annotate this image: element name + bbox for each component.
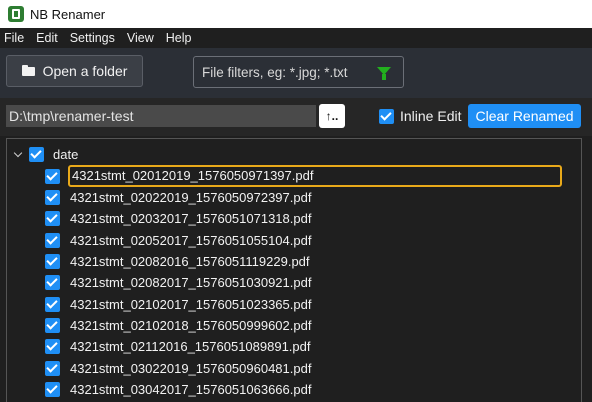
file-checkbox[interactable] bbox=[45, 210, 60, 226]
file-row[interactable]: 4321stmt_02022019_1576050972397.pdf bbox=[45, 186, 315, 208]
window-title: NB Renamer bbox=[30, 6, 106, 22]
file-name[interactable]: 4321stmt_02082016_1576051119229.pdf bbox=[68, 253, 314, 270]
file-row[interactable]: 4321stmt_02052017_1576051055104.pdf bbox=[45, 229, 315, 251]
inline-edit-label: Inline Edit bbox=[400, 108, 462, 124]
file-tree: date 4321stmt_02012019_1576050971397.pdf… bbox=[6, 138, 582, 402]
open-folder-button[interactable]: Open a folder bbox=[6, 55, 143, 87]
file-row[interactable]: 4321stmt_03042017_1576051063666.pdf bbox=[45, 378, 315, 400]
file-name[interactable]: 4321stmt_02032017_1576051071318.pdf bbox=[68, 210, 315, 227]
parent-folder-button[interactable]: ↑.. bbox=[319, 104, 345, 128]
file-filter-input[interactable] bbox=[202, 64, 372, 80]
folder-path-input[interactable] bbox=[6, 105, 316, 127]
file-row[interactable]: 4321stmt_02102018_1576050999602.pdf bbox=[45, 314, 315, 336]
menu-edit[interactable]: Edit bbox=[36, 31, 58, 45]
root-folder-label: date bbox=[53, 147, 79, 162]
file-checkbox[interactable] bbox=[45, 296, 60, 312]
menu-help[interactable]: Help bbox=[166, 31, 192, 45]
path-row: ↑.. Inline Edit Clear Renamed bbox=[0, 98, 592, 136]
menu-file[interactable]: File bbox=[4, 31, 24, 45]
file-checkbox[interactable] bbox=[45, 232, 60, 248]
file-name[interactable]: 4321stmt_02082017_1576051030921.pdf bbox=[68, 274, 315, 291]
file-name[interactable]: 4321stmt_02102017_1576051023365.pdf bbox=[68, 296, 315, 313]
nb-renamer-app-icon bbox=[8, 6, 24, 22]
folder-icon bbox=[21, 65, 35, 76]
menu-settings[interactable]: Settings bbox=[70, 31, 115, 45]
inline-edit-checkbox[interactable] bbox=[379, 108, 394, 124]
file-name[interactable]: 4321stmt_02012019_1576050971397.pdf bbox=[68, 165, 562, 187]
file-row[interactable]: 4321stmt_02112016_1576051089891.pdf bbox=[45, 335, 314, 357]
file-checkbox[interactable] bbox=[45, 317, 60, 333]
file-row[interactable]: 4321stmt_02032017_1576051071318.pdf bbox=[45, 207, 315, 229]
file-name[interactable]: 4321stmt_02112016_1576051089891.pdf bbox=[68, 338, 314, 355]
file-checkbox[interactable] bbox=[45, 168, 60, 184]
clear-renamed-button[interactable]: Clear Renamed bbox=[468, 104, 581, 128]
file-row[interactable]: 4321stmt_02082017_1576051030921.pdf bbox=[45, 271, 315, 293]
menu-bar: File Edit Settings View Help bbox=[0, 28, 592, 48]
file-checkbox[interactable] bbox=[45, 360, 60, 376]
toolbar: Open a folder bbox=[0, 48, 592, 98]
chevron-down-icon[interactable] bbox=[13, 148, 23, 158]
file-checkbox[interactable] bbox=[45, 274, 60, 290]
inline-edit-toggle[interactable]: Inline Edit bbox=[379, 108, 461, 124]
file-checkbox[interactable] bbox=[45, 381, 60, 397]
file-row[interactable]: 4321stmt_02082016_1576051119229.pdf bbox=[45, 250, 314, 272]
file-checkbox[interactable] bbox=[45, 189, 60, 205]
menu-view[interactable]: View bbox=[127, 31, 154, 45]
file-name[interactable]: 4321stmt_02052017_1576051055104.pdf bbox=[68, 232, 315, 249]
title-bar: NB Renamer bbox=[0, 0, 592, 28]
file-name[interactable]: 4321stmt_03042017_1576051063666.pdf bbox=[68, 381, 315, 398]
root-checkbox[interactable] bbox=[29, 147, 44, 162]
funnel-icon[interactable] bbox=[377, 67, 391, 80]
file-checkbox[interactable] bbox=[45, 253, 60, 269]
file-name[interactable]: 4321stmt_03022019_1576050960481.pdf bbox=[68, 360, 315, 377]
file-checkbox[interactable] bbox=[45, 338, 60, 354]
file-name[interactable]: 4321stmt_02102018_1576050999602.pdf bbox=[68, 317, 315, 334]
file-row[interactable]: 4321stmt_02012019_1576050971397.pdf bbox=[45, 165, 562, 187]
tree-root-node[interactable]: date bbox=[13, 147, 78, 162]
file-row[interactable]: 4321stmt_03022019_1576050960481.pdf bbox=[45, 357, 315, 379]
open-folder-label: Open a folder bbox=[42, 63, 128, 79]
file-name[interactable]: 4321stmt_02022019_1576050972397.pdf bbox=[68, 189, 315, 206]
file-row[interactable]: 4321stmt_02102017_1576051023365.pdf bbox=[45, 293, 315, 315]
file-filter-box[interactable] bbox=[193, 56, 404, 88]
